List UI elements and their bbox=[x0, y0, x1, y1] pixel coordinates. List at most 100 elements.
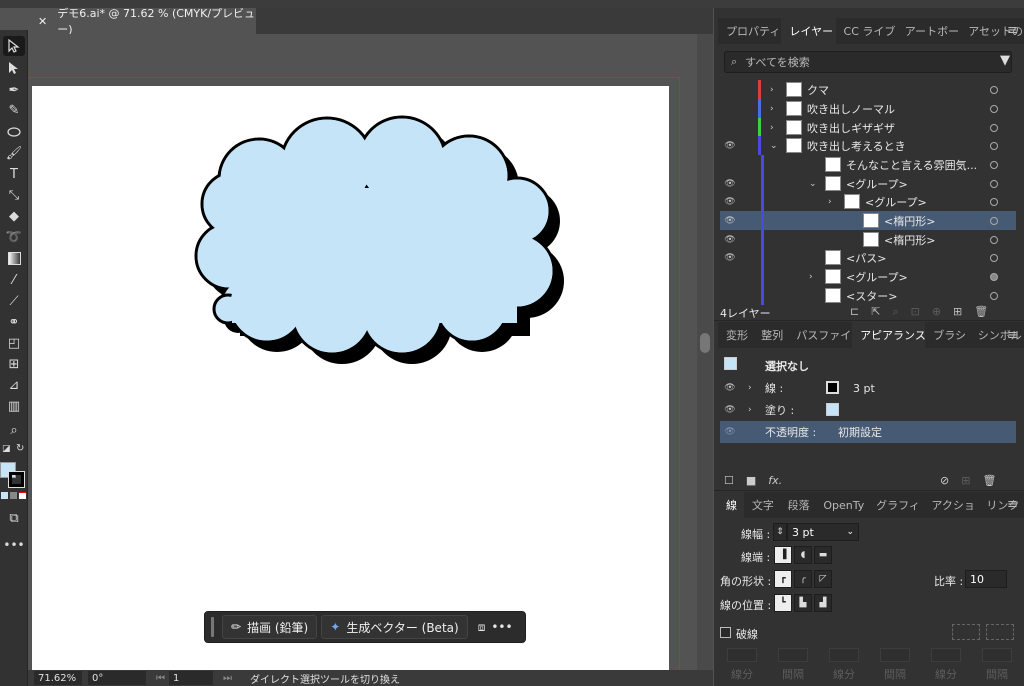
dash-gap-input[interactable] bbox=[778, 648, 808, 662]
layer-row[interactable]: 👁 › <グループ> bbox=[720, 192, 1016, 211]
dash-gap-input[interactable] bbox=[829, 648, 859, 662]
thought-bubble-artwork[interactable] bbox=[32, 86, 669, 670]
tab-brushes[interactable]: ブラシ bbox=[925, 322, 970, 348]
tab-stroke[interactable]: 線 bbox=[718, 492, 744, 518]
layer-name[interactable]: <グループ> bbox=[865, 194, 927, 210]
eye-icon[interactable]: 👁 bbox=[724, 179, 736, 189]
image-settings-icon[interactable]: ⧈ bbox=[478, 620, 486, 635]
opacity-appearance-row[interactable]: 👁 不透明度 : 初期設定 bbox=[720, 421, 1016, 443]
dash-gap-input[interactable] bbox=[727, 648, 757, 662]
artboard[interactable] bbox=[32, 86, 669, 670]
target-circle-icon[interactable] bbox=[990, 179, 998, 188]
type-tool-icon[interactable]: T bbox=[3, 164, 25, 184]
tab-transform[interactable]: 変形 bbox=[718, 322, 753, 348]
target-circle-icon[interactable] bbox=[990, 216, 998, 225]
target-circle-icon[interactable] bbox=[990, 235, 998, 244]
target-circle-icon[interactable] bbox=[990, 291, 998, 300]
delete-item-icon[interactable]: 🗑 bbox=[982, 474, 996, 487]
lasso-tool-icon[interactable]: ➰ bbox=[3, 227, 25, 247]
shape-builder-tool-icon[interactable]: ◰ bbox=[3, 333, 25, 353]
new-sublayer-icon[interactable]: ⊕ bbox=[932, 305, 941, 319]
filter-icon[interactable]: ▼ bbox=[1000, 53, 1010, 68]
stroke-expand-chevron-icon[interactable]: › bbox=[748, 383, 752, 393]
target-circle-icon[interactable] bbox=[990, 141, 998, 150]
stroke-appearance-row[interactable]: 👁 › 線 : 3 pt bbox=[720, 377, 1016, 399]
stroke-weight-value[interactable]: 3 pt bbox=[853, 382, 875, 395]
round-join-button[interactable]: ╭ bbox=[794, 570, 812, 588]
gradient-tool-icon[interactable] bbox=[3, 248, 25, 268]
rotation-field[interactable]: 0° bbox=[88, 671, 146, 685]
direct-selection-tool-icon[interactable] bbox=[3, 58, 25, 78]
fill-appearance-row[interactable]: 👁 › 塗り : bbox=[720, 399, 1016, 421]
vertical-scroll-thumb[interactable] bbox=[700, 333, 710, 353]
free-transform-tool-icon[interactable]: ⤡ bbox=[3, 185, 25, 205]
edit-toolbar-icon[interactable]: ••• bbox=[3, 535, 25, 555]
last-artboard-icon[interactable]: ⏭ bbox=[223, 673, 232, 684]
layer-name[interactable]: <楕円形> bbox=[884, 213, 935, 229]
tab-paragraph[interactable]: 段落 bbox=[780, 492, 816, 518]
add-new-stroke-icon[interactable]: ☐ bbox=[724, 474, 734, 487]
tab-actions[interactable]: アクショ bbox=[923, 492, 978, 518]
layer-row[interactable]: <スター> bbox=[720, 286, 1016, 305]
add-effect-button[interactable]: fx. bbox=[768, 474, 782, 487]
fill-swatch[interactable] bbox=[826, 403, 839, 416]
layer-name[interactable]: <楕円形> bbox=[884, 232, 935, 248]
dash-gap-input[interactable] bbox=[880, 648, 910, 662]
drawing-mode-icon[interactable]: ⧉ bbox=[3, 508, 25, 528]
chevron-right-icon[interactable]: › bbox=[770, 123, 774, 133]
target-circle-icon[interactable] bbox=[990, 253, 998, 262]
close-tab-icon[interactable]: ✕ bbox=[38, 15, 47, 28]
layer-row[interactable]: › 吹き出しギザギザ bbox=[720, 118, 1016, 137]
stroke-swatch[interactable] bbox=[826, 381, 839, 394]
layer-row[interactable]: 👁 <楕円形> bbox=[720, 211, 1016, 230]
taskbar-grip-handle[interactable] bbox=[211, 617, 214, 637]
artboard-tool-icon[interactable]: ⊞ bbox=[3, 354, 25, 374]
canvas-area[interactable] bbox=[28, 34, 713, 670]
stroke-panel-menu-icon[interactable]: ≡ bbox=[1007, 497, 1018, 512]
butt-cap-button[interactable]: ▐ bbox=[774, 546, 792, 564]
tab-pathfinder[interactable]: パスファイ bbox=[788, 322, 852, 348]
preserve-dash-button[interactable] bbox=[952, 624, 980, 640]
stroke-weight-stepper-icon[interactable]: ⇕ bbox=[773, 523, 787, 541]
default-colors-icon[interactable]: ◪ bbox=[2, 444, 11, 454]
stroke-visibility-eye-icon[interactable]: 👁 bbox=[724, 383, 736, 393]
eraser-tool-icon[interactable]: ◆ bbox=[3, 206, 25, 226]
layers-search-input[interactable]: ⌕ すべてを検索 bbox=[724, 51, 1012, 73]
artboard-number-field[interactable]: 1 bbox=[169, 671, 213, 685]
layer-name[interactable]: <グループ> bbox=[846, 176, 908, 192]
tab-appearance[interactable]: アピアランス bbox=[852, 322, 926, 348]
layer-row[interactable]: 👁 ⌄ 吹き出し考えるとき bbox=[720, 136, 1016, 155]
target-circle-icon[interactable] bbox=[990, 197, 998, 206]
layer-row[interactable]: そんなこと言える雰囲気... bbox=[720, 155, 1016, 174]
pen-tool-icon[interactable]: ✒ bbox=[3, 80, 25, 100]
zoom-tool-icon[interactable]: ⌕ bbox=[3, 420, 25, 440]
layer-name[interactable]: そんなこと言える雰囲気... bbox=[846, 157, 977, 173]
tab-properties[interactable]: プロパティ bbox=[718, 18, 781, 44]
layer-row[interactable]: › 吹き出しノーマル bbox=[720, 99, 1016, 118]
chevron-down-icon[interactable]: ⌄ bbox=[809, 179, 817, 189]
tab-graphic-styles[interactable]: グラフィ bbox=[868, 492, 923, 518]
eye-icon[interactable]: 👁 bbox=[724, 235, 736, 245]
align-outside-button[interactable]: ▟ bbox=[814, 594, 832, 612]
slice-tool-icon[interactable]: ⊿ bbox=[3, 375, 25, 395]
ellipse-tool-icon[interactable] bbox=[3, 122, 25, 142]
color-mode-buttons[interactable] bbox=[1, 492, 26, 499]
layers-panel-menu-icon[interactable]: ≡ bbox=[1007, 23, 1018, 38]
target-circle-icon[interactable] bbox=[990, 104, 998, 113]
target-circle-icon[interactable] bbox=[990, 160, 998, 169]
tab-character[interactable]: 文字 bbox=[744, 492, 780, 518]
layer-row[interactable]: › クマ bbox=[720, 80, 1016, 99]
projecting-cap-button[interactable]: ▬ bbox=[814, 546, 832, 564]
target-circle-icon[interactable] bbox=[990, 272, 998, 281]
align-center-button[interactable]: ┗ bbox=[774, 594, 792, 612]
bevel-join-button[interactable]: ◸ bbox=[814, 570, 832, 588]
round-cap-button[interactable]: ◖ bbox=[794, 546, 812, 564]
blend-tool-icon[interactable]: ⚭ bbox=[3, 312, 25, 332]
tab-cc-libraries[interactable]: CC ライブ bbox=[836, 18, 897, 44]
target-circle-icon[interactable] bbox=[990, 85, 998, 94]
swap-colors-icon[interactable]: ↻ bbox=[16, 443, 24, 454]
layer-name[interactable]: クマ bbox=[807, 82, 829, 98]
paintbrush-tool-icon[interactable]: 🖌 bbox=[3, 143, 25, 163]
layer-row[interactable]: › <グループ> bbox=[720, 267, 1016, 286]
curvature-tool-icon[interactable]: ✎ bbox=[3, 100, 25, 120]
